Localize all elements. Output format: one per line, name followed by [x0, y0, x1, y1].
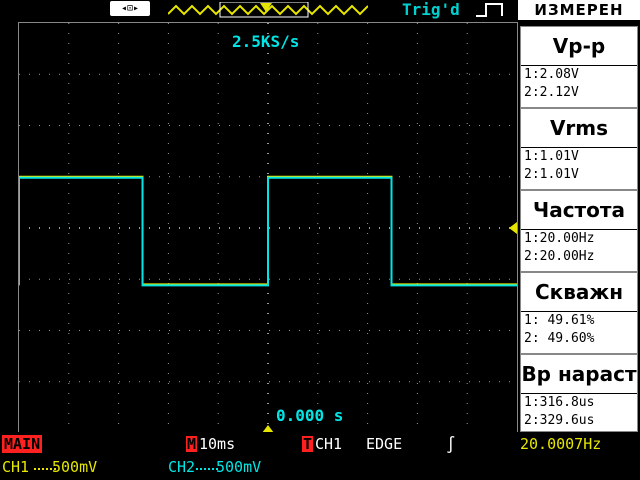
- trigger-level-icon: [509, 222, 517, 234]
- measure-ch2: 2:20.00Hz: [524, 249, 595, 264]
- ch2-scale[interactable]: 500mV: [216, 458, 261, 476]
- measure-rise-time[interactable]: Вр нараст 1:316.8us 2:329.6us: [520, 354, 638, 432]
- measure-duty[interactable]: Скважн 1: 49.61% 2: 49.60%: [520, 272, 638, 354]
- measure-ch1: 1:2.08V: [524, 67, 579, 82]
- main-label: MAIN: [2, 435, 43, 453]
- trigger-frequency: 20.0007Hz: [520, 435, 602, 453]
- sample-rate: 2.5KS/s: [232, 32, 300, 51]
- timebase-value[interactable]: 10ms: [199, 435, 235, 453]
- measure-ch2: 2:329.6us: [524, 413, 595, 428]
- trigger-source[interactable]: CH1: [315, 435, 342, 453]
- measure-ch2: 2:2.12V: [524, 85, 579, 100]
- rising-edge-icon: [476, 3, 503, 17]
- trigger-badge: T: [302, 435, 313, 453]
- waveform-grid[interactable]: [18, 22, 518, 434]
- measure-ch2: 2:1.01V: [524, 167, 579, 182]
- panel-title: ИЗМЕРЕН: [518, 0, 640, 20]
- measure-vpp[interactable]: Vp-p 1:2.08V 2:2.12V: [520, 26, 638, 108]
- grid-svg: [19, 23, 517, 433]
- measure-ch1: 1:20.00Hz: [524, 231, 595, 246]
- measure-ch1: 1:1.01V: [524, 149, 579, 164]
- measure-vrms[interactable]: Vrms 1:1.01V 2:1.01V: [520, 108, 638, 190]
- measure-name: Vrms: [521, 109, 637, 148]
- trigger-status: Trig'd: [402, 0, 460, 19]
- trigger-time: 0.000 s: [276, 406, 344, 425]
- measure-name: Vp-p: [521, 27, 637, 66]
- top-bar: ◂⊡▸ Trig'd: [0, 0, 518, 20]
- ch1-scale[interactable]: 500mV: [52, 458, 97, 476]
- trigger-type[interactable]: EDGE: [366, 435, 402, 453]
- ch2-label[interactable]: CH2: [168, 458, 195, 476]
- ch2-coupling-icon: [196, 468, 218, 470]
- ch2-trace: [19, 176, 517, 287]
- measure-name: Скважн: [521, 273, 637, 312]
- measure-ch1: 1:316.8us: [524, 395, 595, 410]
- trigger-position-view: [168, 2, 368, 18]
- measure-name: Вр нараст: [521, 355, 637, 394]
- usb-icon: ◂⊡▸: [110, 1, 150, 16]
- measure-ch1: 1: 49.61%: [524, 313, 595, 328]
- measure-ch2: 2: 49.60%: [524, 331, 595, 346]
- ch1-label[interactable]: CH1: [2, 458, 29, 476]
- rising-slope-icon: ∫: [446, 435, 456, 454]
- timebase-badge: M: [186, 435, 197, 453]
- measure-name: Частота: [521, 191, 637, 230]
- measure-frequency[interactable]: Частота 1:20.00Hz 2:20.00Hz: [520, 190, 638, 272]
